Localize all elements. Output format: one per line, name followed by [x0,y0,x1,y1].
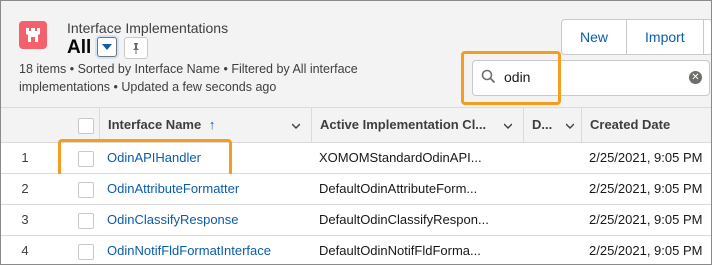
table-row: 3 OdinClassifyResponse DefaultOdinClassi… [1,205,711,236]
column-header-interface-name[interactable]: Interface Name ↑ [99,108,312,142]
caret-down-icon [102,44,112,50]
table-row: 2 OdinAttributeFormatter DefaultOdinAttr… [1,174,711,205]
table-row: 4 OdinNotifFldFormatInterface DefaultOdi… [1,236,711,264]
search-highlight [461,51,561,105]
table-header-row: Interface Name ↑ Active Implementation C… [1,107,711,143]
column-header-d[interactable]: D... [523,108,582,142]
clear-search-icon[interactable]: ✕ [689,71,702,84]
chevron-down-icon[interactable] [292,122,300,130]
records-table: Interface Name ↑ Active Implementation C… [1,107,711,264]
sort-ascending-icon: ↑ [208,117,216,132]
table-row: 1 OdinAPIHandler XOMOMStandardOdinAPI...… [1,139,711,179]
chevron-down-icon[interactable] [566,122,574,130]
new-button[interactable]: New [562,20,628,54]
row-checkbox[interactable] [78,182,94,198]
search-container: odin ✕ [461,51,710,105]
interface-name-link[interactable]: OdinNotifFldFormatInterface [107,236,307,264]
list-view-frame: Interface Implementations All 18 items •… [0,0,712,265]
pin-button[interactable] [124,37,148,59]
row-checkbox[interactable] [78,244,94,260]
row-checkbox[interactable] [78,213,94,229]
list-view-name: All [67,37,92,58]
column-header-active-implementation[interactable]: Active Implementation Cl... [311,108,524,142]
select-all-checkbox[interactable] [78,118,94,134]
action-button-group: New Import [561,19,711,55]
object-type-label: Interface Implementations [67,20,229,36]
list-view-dropdown[interactable] [97,37,117,57]
column-header-created-date[interactable]: Created Date [581,108,711,142]
chevron-down-icon[interactable] [504,122,512,130]
interface-name-link[interactable]: OdinAttributeFormatter [107,174,307,204]
import-button[interactable]: Import [627,20,704,54]
more-actions-button[interactable] [704,20,711,54]
row-highlight [58,139,232,179]
castle-icon [19,21,47,49]
pin-icon [133,43,139,54]
list-view-meta: 18 items • Sorted by Interface Name • Fi… [19,62,358,94]
interface-name-link[interactable]: OdinClassifyResponse [107,205,307,235]
